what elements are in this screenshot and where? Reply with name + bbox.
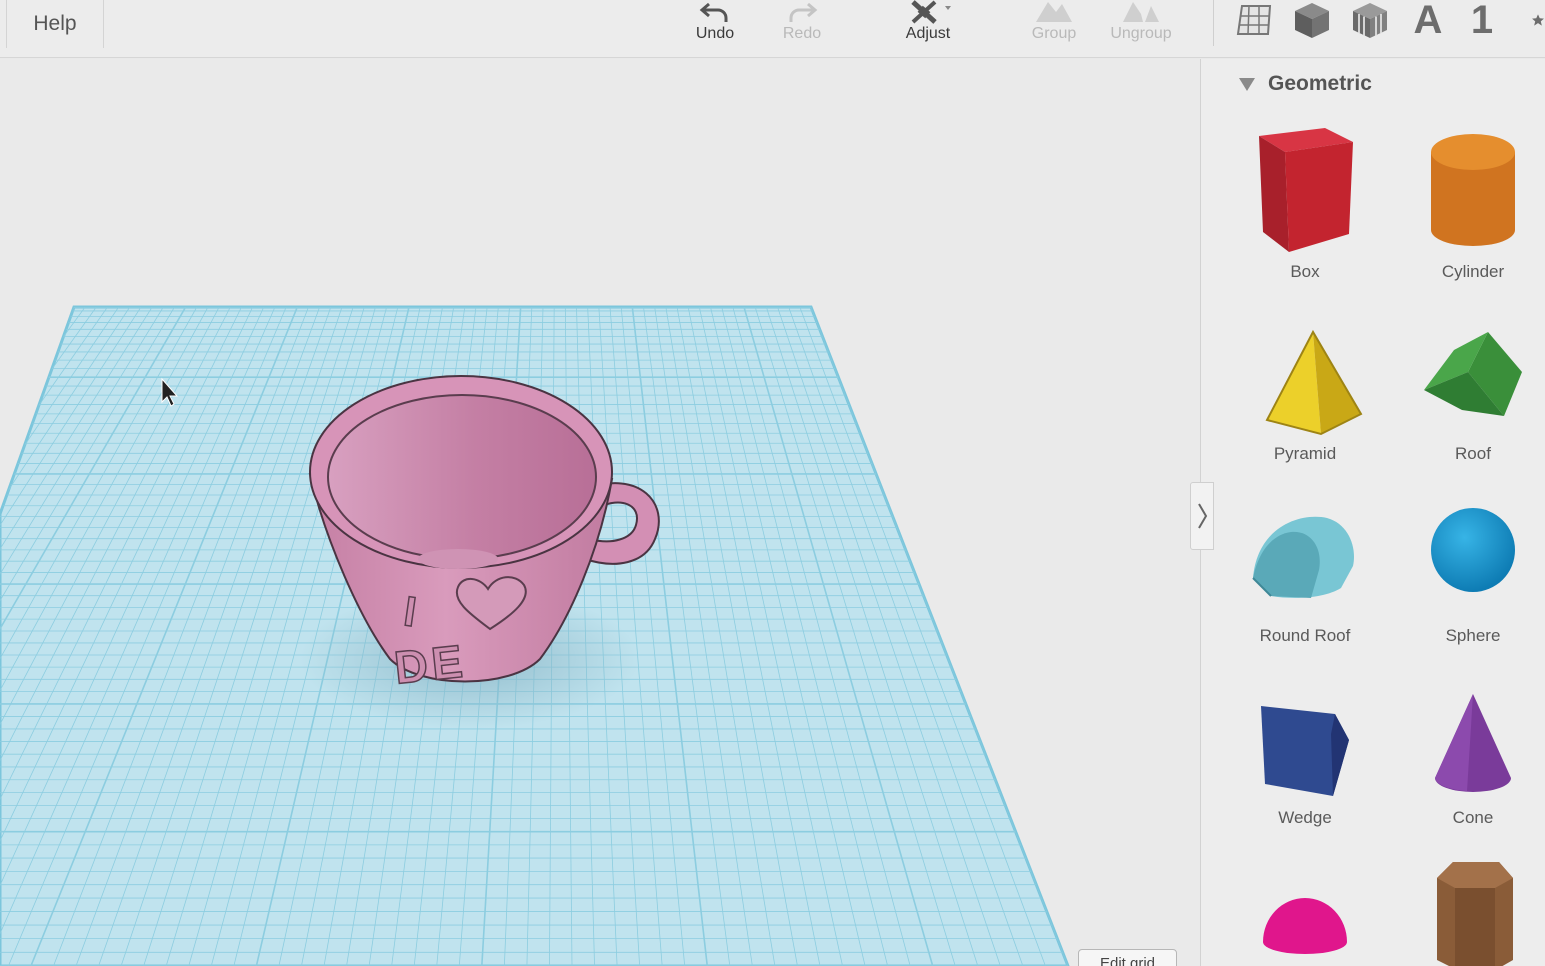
top-toolbar: Help Undo Redo Adjust Group Ungroup A 1 bbox=[0, 0, 1545, 58]
shape-label: Cylinder bbox=[1441, 262, 1505, 281]
group-icon bbox=[1036, 2, 1072, 22]
cube-wireframe-icon bbox=[1353, 3, 1387, 38]
edit-grid-button[interactable]: Edit grid bbox=[1078, 949, 1177, 966]
tinkercad-editor: Help Undo Redo Adjust Group Ungroup A 1 … bbox=[0, 0, 1545, 966]
undo-icon bbox=[699, 2, 728, 22]
adjust-button[interactable]: Adjust bbox=[888, 0, 968, 50]
star-icon bbox=[1532, 14, 1544, 26]
grid-view-icon bbox=[1236, 5, 1272, 35]
shape-label: Pyramid bbox=[1273, 444, 1337, 463]
3d-viewport[interactable]: I DE bbox=[0, 59, 1200, 966]
shape-cone[interactable]: Cone bbox=[1398, 690, 1545, 828]
toolbar-divider bbox=[1213, 0, 1214, 46]
ungroup-button[interactable]: Ungroup bbox=[1101, 0, 1181, 50]
shape-label: Round Roof bbox=[1259, 626, 1351, 645]
half-sphere-icon bbox=[1263, 898, 1347, 954]
workplane-view-button[interactable] bbox=[1232, 0, 1276, 40]
cup-bottom bbox=[418, 549, 498, 569]
ungroup-label: Ungroup bbox=[1110, 25, 1172, 42]
pyramid-icon bbox=[1265, 329, 1363, 436]
shape-label: Box bbox=[1290, 262, 1320, 281]
solid-view-button[interactable] bbox=[1290, 0, 1334, 40]
shape-round-roof[interactable]: Round Roof bbox=[1230, 508, 1380, 646]
roof-icon bbox=[1424, 332, 1522, 416]
wedge-icon bbox=[1261, 706, 1349, 796]
wireframe-view-button[interactable] bbox=[1348, 0, 1392, 40]
text-shape-icon: A bbox=[1413, 0, 1443, 42]
shape-roof[interactable]: Roof bbox=[1398, 328, 1545, 464]
shape-sphere[interactable]: Sphere bbox=[1398, 508, 1545, 646]
cube-solid-icon bbox=[1295, 3, 1329, 38]
cup-letters-de: DE bbox=[392, 635, 469, 694]
shape-label: Cone bbox=[1452, 808, 1494, 827]
undo-label: Undo bbox=[695, 25, 735, 42]
round-roof-icon bbox=[1252, 516, 1354, 598]
text-shape-button[interactable]: A bbox=[1406, 0, 1450, 40]
cylinder-icon bbox=[1431, 134, 1515, 246]
sphere-icon bbox=[1431, 508, 1515, 592]
triangle-down-icon bbox=[1239, 78, 1255, 91]
cup-inside bbox=[327, 394, 597, 560]
shape-cylinder[interactable]: Cylinder bbox=[1398, 122, 1545, 282]
sidebar-collapse-button[interactable] bbox=[1190, 482, 1214, 550]
number-shape-icon: 1 bbox=[1470, 0, 1494, 42]
redo-icon bbox=[789, 2, 818, 22]
redo-button[interactable]: Redo bbox=[762, 0, 842, 50]
adjust-label: Adjust bbox=[905, 25, 951, 42]
shape-half-sphere[interactable] bbox=[1230, 880, 1380, 966]
hexagonal-prism-icon bbox=[1437, 862, 1513, 966]
shape-box[interactable]: Box bbox=[1230, 122, 1380, 282]
section-title: Geometric bbox=[1268, 72, 1372, 95]
chevron-right-icon bbox=[1198, 503, 1208, 529]
group-label: Group bbox=[1031, 25, 1077, 42]
shape-polygon[interactable] bbox=[1398, 856, 1545, 966]
workplane-scene: I DE bbox=[0, 305, 1070, 966]
undo-button[interactable]: Undo bbox=[675, 0, 755, 50]
group-button[interactable]: Group bbox=[1014, 0, 1094, 50]
shape-label: Sphere bbox=[1445, 626, 1501, 645]
shape-label: Roof bbox=[1455, 444, 1491, 463]
geometric-section-header[interactable]: Geometric bbox=[1238, 70, 1372, 98]
shape-wedge[interactable]: Wedge bbox=[1230, 690, 1380, 828]
cone-icon bbox=[1435, 694, 1511, 792]
ungroup-icon bbox=[1123, 2, 1159, 22]
number-shape-button[interactable]: 1 bbox=[1464, 0, 1500, 40]
redo-label: Redo bbox=[782, 25, 822, 42]
shape-label: Wedge bbox=[1278, 808, 1332, 827]
shape-pyramid[interactable]: Pyramid bbox=[1230, 328, 1380, 464]
box-icon bbox=[1259, 128, 1353, 252]
adjust-icon bbox=[911, 0, 951, 24]
help-menu[interactable]: Help bbox=[6, 0, 104, 48]
featured-shapes-button[interactable] bbox=[1518, 0, 1545, 40]
